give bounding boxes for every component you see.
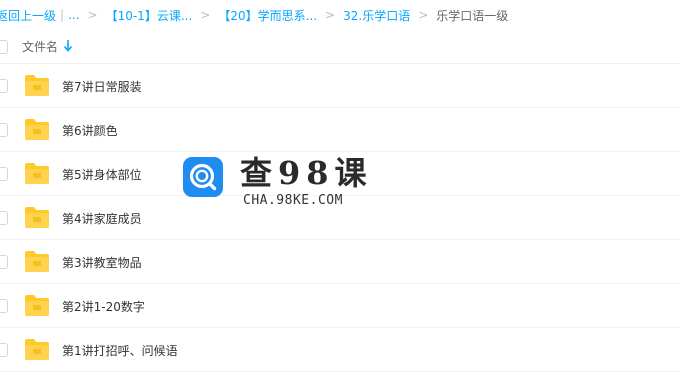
folder-name[interactable]: 第7讲日常服装 xyxy=(62,78,142,95)
breadcrumb-item-xueersi[interactable]: 【20】学而思系... xyxy=(218,7,317,24)
row-checkbox[interactable] xyxy=(0,343,8,357)
breadcrumb-item-cloud-course[interactable]: 【10-1】云课... xyxy=(106,7,193,24)
row-checkbox[interactable] xyxy=(0,211,8,225)
list-item[interactable]: 第6讲颜色 xyxy=(0,108,680,152)
chevron-right-icon: > xyxy=(325,8,336,22)
select-all-checkbox[interactable] xyxy=(0,39,8,54)
folder-name[interactable]: 第4讲家庭成员 xyxy=(62,210,142,227)
folder-icon xyxy=(25,207,49,228)
folder-icon xyxy=(25,295,49,316)
back-link[interactable]: 返回上一级 xyxy=(0,7,56,24)
breadcrumb-divider: | xyxy=(60,8,65,22)
folder-icon xyxy=(25,119,49,140)
list-item[interactable]: 第4讲家庭成员 xyxy=(0,196,680,240)
folder-icon xyxy=(25,163,49,184)
folder-icon xyxy=(25,339,49,360)
file-list: 第7讲日常服装 第6讲颜色 第5讲身体部位 第4讲家庭成员 第3讲教室物品 第2… xyxy=(0,64,680,372)
breadcrumb: 返回上一级 | ... > 【10-1】云课... > 【20】学而思系... … xyxy=(0,0,680,30)
folder-name[interactable]: 第2讲1-20数字 xyxy=(62,298,145,315)
file-list-header: 文件名 xyxy=(0,30,680,64)
breadcrumb-ellipsis[interactable]: ... xyxy=(68,8,79,22)
chevron-right-icon: > xyxy=(87,8,98,22)
folder-name[interactable]: 第3讲教室物品 xyxy=(62,254,142,271)
chevron-right-icon: > xyxy=(418,8,429,22)
row-checkbox[interactable] xyxy=(0,123,8,137)
row-checkbox[interactable] xyxy=(0,167,8,181)
breadcrumb-current: 乐学口语一级 xyxy=(436,8,509,23)
list-item[interactable]: 第1讲打招呼、问候语 xyxy=(0,328,680,372)
chevron-right-icon: > xyxy=(200,8,211,22)
folder-name[interactable]: 第5讲身体部位 xyxy=(62,166,142,183)
folder-name[interactable]: 第6讲颜色 xyxy=(62,122,118,139)
list-item[interactable]: 第7讲日常服装 xyxy=(0,64,680,108)
folder-icon xyxy=(25,251,49,272)
breadcrumb-item-lexue-kouyu[interactable]: 32.乐学口语 xyxy=(343,7,410,24)
list-item[interactable]: 第3讲教室物品 xyxy=(0,240,680,284)
folder-icon xyxy=(25,75,49,96)
row-checkbox[interactable] xyxy=(0,255,8,269)
row-checkbox[interactable] xyxy=(0,79,8,93)
list-item[interactable]: 第5讲身体部位 xyxy=(0,152,680,196)
arrow-down-icon[interactable] xyxy=(63,39,73,53)
folder-name[interactable]: 第1讲打招呼、问候语 xyxy=(62,342,178,359)
column-header-filename[interactable]: 文件名 xyxy=(22,38,58,55)
row-checkbox[interactable] xyxy=(0,299,8,313)
list-item[interactable]: 第2讲1-20数字 xyxy=(0,284,680,328)
